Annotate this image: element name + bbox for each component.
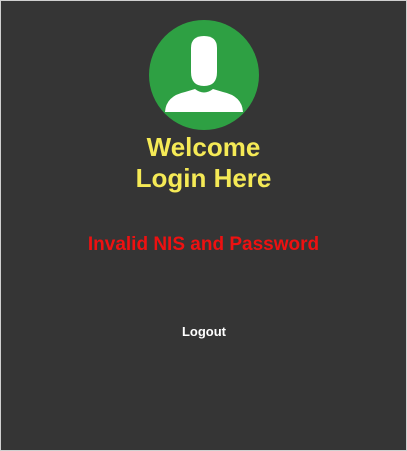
error-message: Invalid NIS and Password <box>87 234 320 255</box>
user-silhouette-icon <box>165 36 243 112</box>
welcome-heading: Welcome Login Here <box>1 132 406 194</box>
user-avatar <box>149 20 259 130</box>
logout-link[interactable]: Logout <box>173 322 235 342</box>
welcome-title: Welcome <box>146 132 261 162</box>
login-subtitle: Login Here <box>135 163 272 193</box>
login-panel: Welcome Login Here Invalid NIS and Passw… <box>0 0 407 451</box>
